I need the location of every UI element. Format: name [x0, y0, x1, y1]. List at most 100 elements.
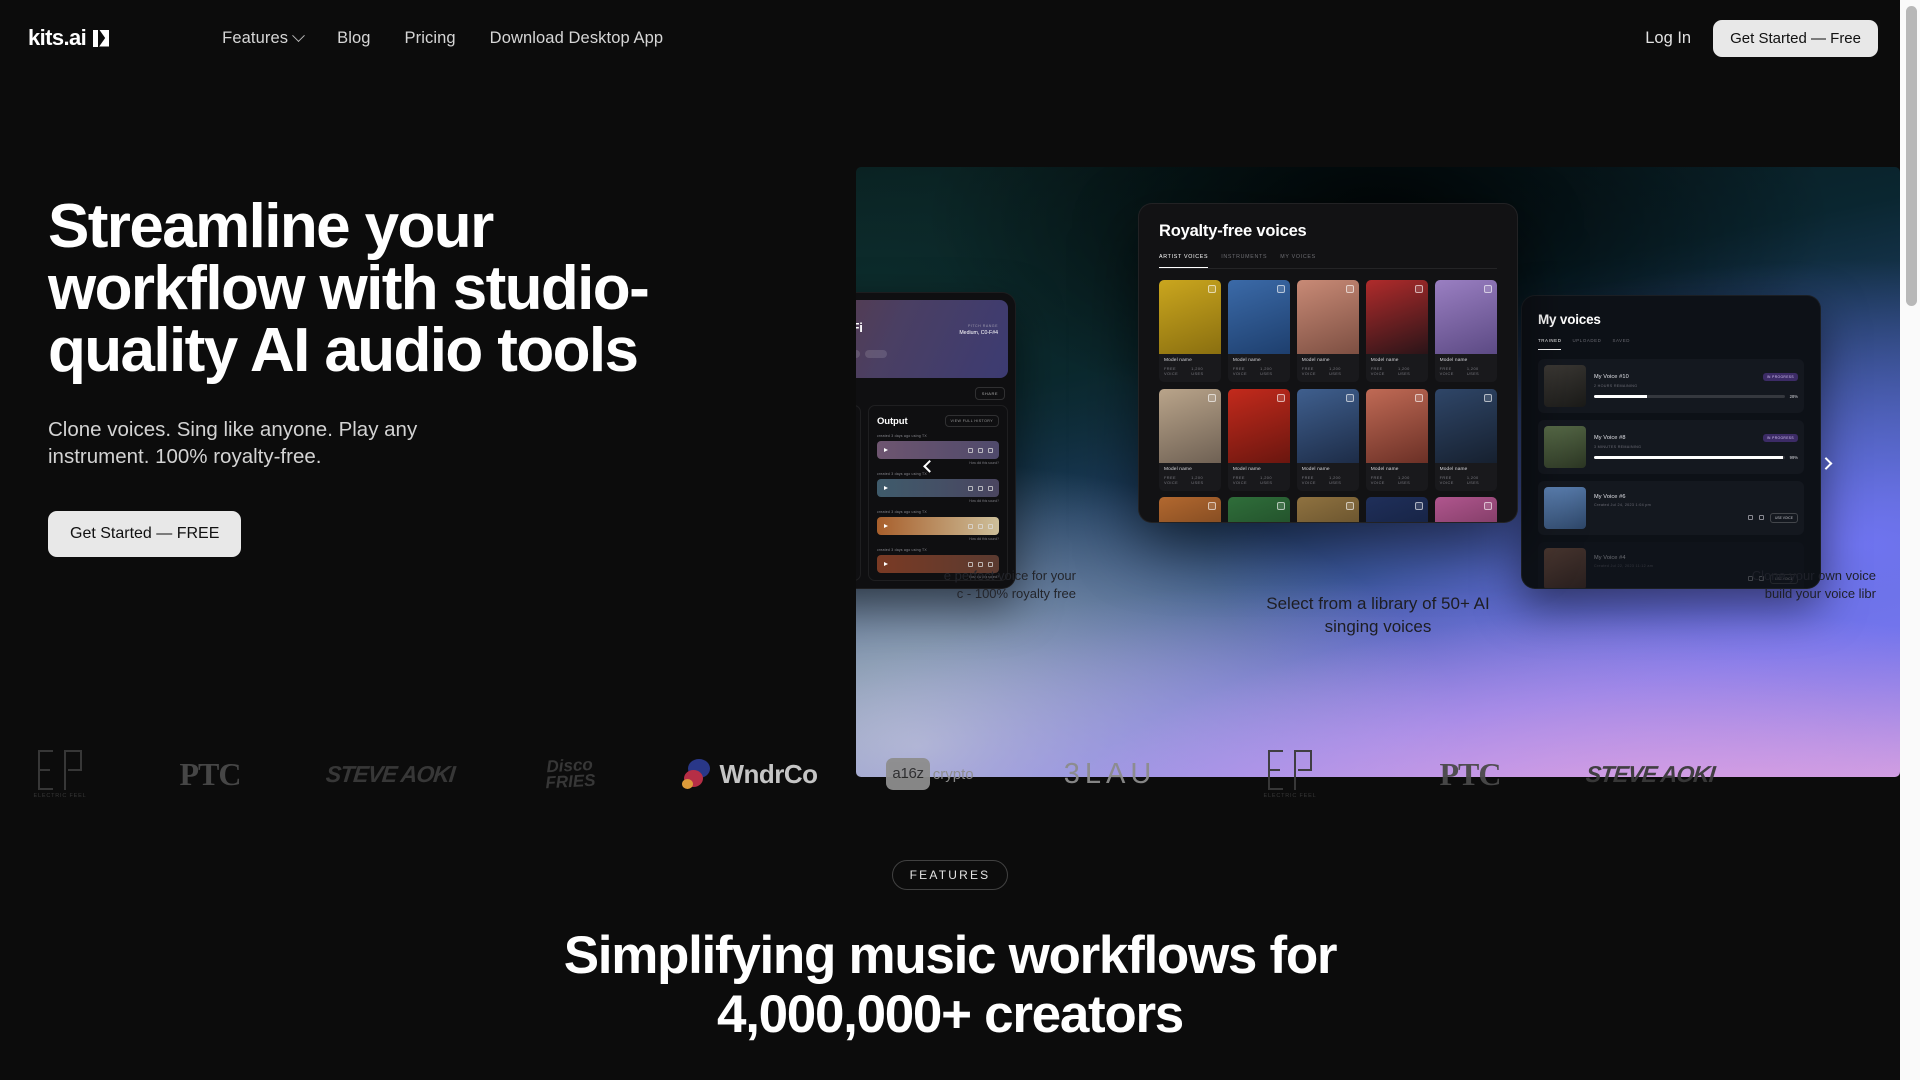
voice-card-checkbox-icon[interactable] [1415, 285, 1424, 293]
output-track-waveform[interactable] [877, 479, 999, 497]
progress-percent: 99% [1789, 455, 1798, 460]
tab-uploaded[interactable]: UPLOADED [1572, 338, 1601, 350]
use-voice-button[interactable]: USE VOICE [1770, 512, 1798, 523]
tab-trained[interactable]: TRAINED [1538, 338, 1562, 350]
voice-card-checkbox-icon[interactable] [1277, 393, 1286, 402]
voice-card-checkbox-icon[interactable] [1208, 393, 1217, 402]
save-icon[interactable] [978, 561, 983, 567]
carousel-panel-my-voices[interactable]: My voices TRAINED UPLOADED SAVED My Voic… [1521, 295, 1821, 589]
save-icon[interactable] [978, 523, 983, 529]
link-icon[interactable] [988, 485, 993, 491]
edit-icon[interactable] [1748, 515, 1754, 520]
voice-card-uses: 1,200 USES [1260, 366, 1273, 376]
tab-artist-voices[interactable]: ARTIST VOICES [1159, 254, 1209, 268]
voice-card-name: Model name [1232, 358, 1261, 363]
voice-card[interactable]: Model name FREE VOICE 1,200 USES [1365, 388, 1429, 491]
voice-card[interactable]: Model name FREE VOICE 1,200 USES [1434, 280, 1497, 382]
voice-card-checkbox-icon[interactable] [1415, 393, 1424, 402]
voice-card[interactable]: Model name FREE VOICE 1,200 USES [1296, 497, 1360, 522]
save-icon[interactable] [978, 447, 983, 453]
play-icon[interactable] [884, 486, 888, 490]
track-actions[interactable] [968, 523, 993, 529]
link-icon[interactable] [988, 447, 993, 453]
brand-logo[interactable]: kits.ai [28, 25, 110, 51]
tab-instruments[interactable]: INSTRUMENTS [1221, 254, 1267, 268]
my-voice-row[interactable]: My Voice #10 IN PROGRESS 2 HOURS REMAINI… [1538, 359, 1804, 413]
voice-card-checkbox-icon[interactable] [1346, 285, 1355, 293]
carousel-panel-royalty-free-voices[interactable]: Royalty-free voices ARTIST VOICES INSTRU… [1138, 203, 1518, 523]
tab-saved[interactable]: SAVED [1612, 338, 1630, 350]
voice-card[interactable]: Model name FREE VOICE 1,200 USES [1296, 280, 1360, 382]
voice-card-checkbox-icon[interactable] [1346, 393, 1355, 402]
voice-card-checkbox-icon[interactable] [1415, 502, 1424, 510]
carousel-panel-voice-studio[interactable]: ale Lo-Fi VOICE MODEL PITCH RANGE Medium… [856, 292, 1016, 589]
voice-card[interactable]: Model name FREE VOICE 1,200 USES [1227, 497, 1291, 522]
save-icon[interactable] [978, 485, 983, 491]
scrollbar-thumb[interactable] [1906, 6, 1917, 306]
voice-card-meta: Model name FREE VOICE 1,200 USES [1435, 463, 1497, 491]
get-started-hero-button[interactable]: Get Started — FREE [48, 510, 242, 557]
login-link[interactable]: Log In [1645, 29, 1691, 48]
nav-item-pricing[interactable]: Pricing [405, 29, 456, 48]
tab-my-voices[interactable]: MY VOICES [1280, 254, 1316, 268]
voice-card-checkbox-icon[interactable] [1346, 502, 1355, 510]
voice-card[interactable]: Model name FREE VOICE 1,200 USES [1365, 497, 1429, 522]
page-scrollbar[interactable] [1900, 0, 1920, 1080]
voice-card[interactable]: Model name FREE VOICE 1,200 USES [1434, 388, 1497, 491]
logo-electric-feel: ELECTRIC FEEL [1264, 749, 1317, 799]
voice-card[interactable]: Model name FREE VOICE 1,200 USES [1365, 280, 1429, 382]
voice-card-footer: FREE VOICE 1,200 USES [1440, 475, 1492, 485]
carousel-next-button[interactable] [1814, 450, 1840, 476]
play-icon[interactable] [884, 448, 888, 452]
track-actions[interactable] [968, 561, 993, 567]
voice-card[interactable]: Model name FREE VOICE 1,200 USES [1159, 280, 1222, 382]
download-icon[interactable] [968, 561, 973, 567]
play-icon[interactable] [884, 524, 888, 528]
voice-card-checkbox-icon[interactable] [1484, 502, 1492, 510]
top-navigation-bar: kits.ai Features Blog Pricing Download D… [0, 0, 1900, 76]
output-track[interactable]: created 3 days ago using TX How did this… [877, 510, 999, 541]
output-header: Output VIEW FULL HISTORY [877, 415, 999, 427]
download-icon[interactable] [968, 523, 973, 529]
voice-card[interactable]: Model name FREE VOICE 1,200 USES [1159, 497, 1222, 522]
view-full-history-button[interactable]: VIEW FULL HISTORY [944, 415, 999, 427]
output-track[interactable]: created 3 days ago using TX How did this… [877, 472, 999, 503]
link-icon[interactable] [988, 523, 993, 529]
get-started-nav-button[interactable]: Get Started — Free [1713, 19, 1878, 57]
voice-card-checkbox-icon[interactable] [1208, 285, 1217, 293]
voice-card-checkbox-icon[interactable] [1277, 285, 1286, 293]
voice-card[interactable]: Model name FREE VOICE 1,200 USES [1434, 497, 1497, 522]
voice-card-checkbox-icon[interactable] [1277, 502, 1286, 510]
link-icon[interactable] [1759, 515, 1765, 520]
voice-card-thumbnail [1434, 280, 1497, 354]
my-voice-row[interactable]: My Voice #8 IN PROGRESS 3 MINUTES REMAIN… [1538, 420, 1804, 474]
my-voice-actions[interactable]: USE VOICE [1594, 512, 1798, 523]
voice-card[interactable]: Model name FREE VOICE 1,200 USES [1159, 388, 1222, 491]
play-icon[interactable] [884, 562, 888, 566]
voice-card[interactable]: Model name FREE VOICE 1,200 USES [1227, 388, 1291, 491]
voice-card-thumbnail [1296, 388, 1360, 463]
output-track-waveform[interactable] [877, 517, 999, 535]
nav-links: Features Blog Pricing Download Desktop A… [222, 29, 663, 48]
my-voice-row[interactable]: My Voice #6 Created Jul 24, 2023 1:04 pm… [1538, 481, 1804, 535]
voice-card-name: Model name [1370, 358, 1399, 363]
track-actions[interactable] [968, 485, 993, 491]
nav-item-download-desktop-app[interactable]: Download Desktop App [490, 29, 664, 48]
voice-card-checkbox-icon[interactable] [1484, 393, 1492, 402]
voice-card-checkbox-icon[interactable] [1208, 502, 1217, 510]
download-icon[interactable] [968, 485, 973, 491]
voice-card-checkbox-icon[interactable] [1484, 285, 1492, 293]
electric-feel-mark-icon [1267, 749, 1312, 790]
voice-card[interactable]: Model name FREE VOICE 1,200 USES [1296, 388, 1360, 491]
track-actions[interactable] [968, 447, 993, 453]
share-button[interactable]: SHARE [974, 387, 1005, 400]
carousel-prev-button[interactable] [916, 450, 942, 476]
hero-subheadline: Clone voices. Sing like anyone. Play any… [48, 418, 418, 469]
link-icon[interactable] [988, 561, 993, 567]
nav-item-features[interactable]: Features [222, 29, 305, 48]
download-icon[interactable] [968, 447, 973, 453]
record-pane[interactable]: Record [856, 405, 861, 581]
voice-card[interactable]: Model name FREE VOICE 1,200 USES [1227, 280, 1291, 382]
nav-item-blog[interactable]: Blog [337, 29, 370, 48]
partner-logo: PTC [120, 756, 300, 793]
